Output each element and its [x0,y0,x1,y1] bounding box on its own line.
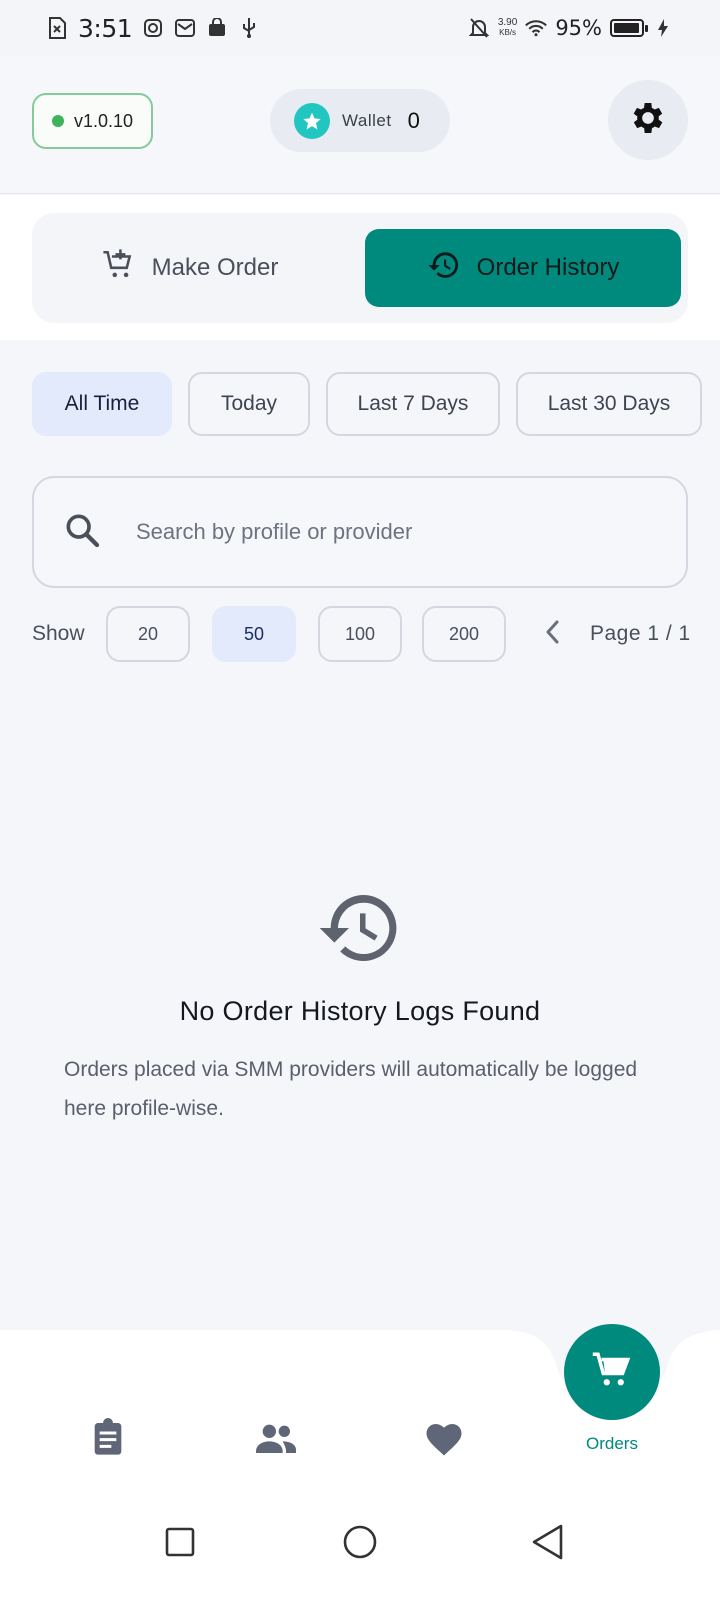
nav-orders-button[interactable] [564,1324,660,1420]
nav-orders-list[interactable] [80,1412,136,1468]
heart-icon [423,1418,465,1463]
chevron-left-icon [542,619,564,650]
date-filters: All Time Today Last 7 Days Last 30 Days [32,372,702,436]
online-indicator [51,115,64,127]
history-empty-icon [316,884,404,972]
page-size-200[interactable]: 200 [422,606,506,662]
mail-icon [174,17,196,39]
filter-last-30-days[interactable]: Last 30 Days [516,372,702,436]
page-size-50[interactable]: 50 [212,606,296,662]
history-icon [427,248,461,289]
page-size-100[interactable]: 100 [318,606,402,662]
gear-icon [628,98,668,143]
nav-favorites[interactable] [416,1412,472,1468]
version-label: v1.0.10 [73,110,134,131]
wallet-balance: 0 [407,107,420,133]
mode-section: Make Order Order History [0,195,720,340]
battery-icon [610,19,648,37]
filter-today[interactable]: Today [188,372,310,436]
tab-make-order[interactable]: Make Order [32,229,348,307]
charging-icon [652,17,674,39]
circle-icon [342,1524,378,1565]
square-icon [164,1526,196,1563]
network-speed: 3.90 KB/s [497,17,518,38]
empty-state-title: No Order History Logs Found [179,996,541,1026]
nav-orders-label: Orders [586,1434,638,1453]
empty-state-description: Orders placed via SMM providers will aut… [64,1058,638,1120]
instagram-icon [142,17,164,39]
clipboard-icon [88,1417,128,1463]
status-bar: 3:51 3.90 KB/s 95% [0,0,720,56]
bottom-navigation: Orders [0,1324,720,1490]
wifi-icon [525,17,548,39]
users-icon [254,1418,298,1463]
settings-button[interactable] [608,80,688,160]
page-size-20[interactable]: 20 [106,606,190,662]
star-icon [294,102,330,139]
version-badge: v1.0.10 [32,93,153,149]
battery-percent: 95% [555,16,602,40]
search-box [32,476,688,588]
shopping-bag-icon [206,17,228,39]
nav-profiles[interactable] [248,1412,304,1468]
tab-make-order-label: Make Order [151,254,279,281]
add-cart-icon [102,248,136,289]
notifications-off-icon [468,17,490,39]
filter-all-time[interactable]: All Time [32,372,172,436]
clock: 3:51 [78,13,133,43]
back-button[interactable] [528,1524,568,1564]
search-icon [62,510,102,555]
tab-order-history[interactable]: Order History [365,229,681,307]
sim-error-icon [46,17,68,39]
usb-icon [238,17,260,39]
filter-last-7-days[interactable]: Last 7 Days [326,372,500,436]
app-header: v1.0.10 Wallet 0 [0,56,720,194]
previous-page-button[interactable] [537,618,569,650]
wallet-button[interactable]: Wallet 0 [270,89,450,152]
recents-button[interactable] [160,1524,200,1564]
page-indicator: Page 1 / 1 [590,622,691,645]
wallet-label: Wallet [342,110,392,130]
show-label: Show [32,622,85,645]
triangle-back-icon [530,1523,566,1566]
search-input[interactable] [136,519,636,545]
battery-fill [614,23,639,33]
pagination-row: Show 20 50 100 200 Page 1 / 1 [32,606,692,662]
mode-tabs: Make Order Order History [32,213,688,323]
tab-order-history-label: Order History [476,254,620,281]
home-button[interactable] [340,1524,380,1564]
cart-icon [591,1349,633,1396]
system-navigation-bar [0,1490,720,1600]
